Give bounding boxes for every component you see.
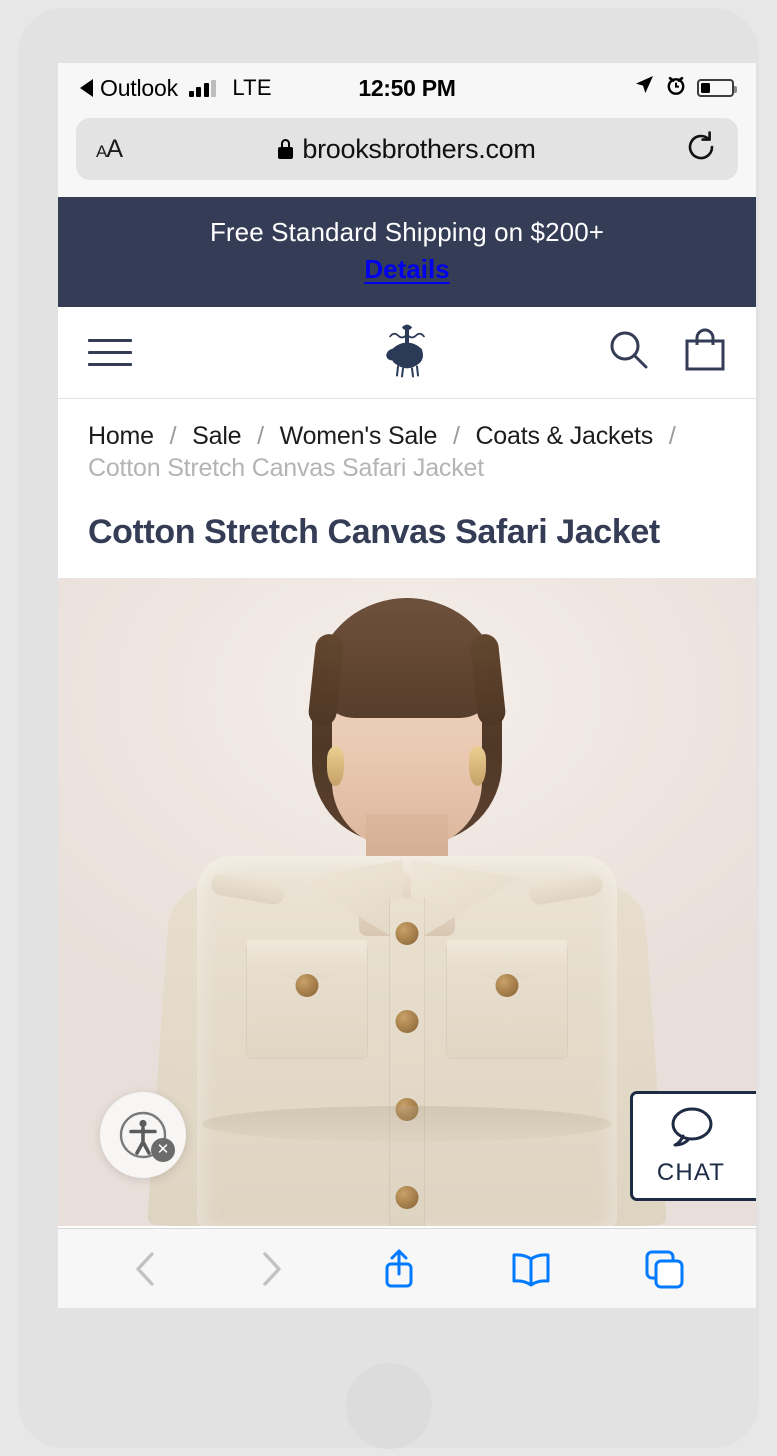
book-icon[interactable] — [510, 1250, 552, 1288]
promo-details-link[interactable]: Details — [364, 254, 449, 285]
close-x-icon[interactable]: ✕ — [151, 1137, 175, 1162]
jacket-button — [395, 1009, 419, 1033]
breadcrumb-separator: / — [257, 422, 264, 450]
phone-device-frame: Outlook LTE 12:50 PM AA brooksbrothers.c… — [18, 8, 759, 1449]
cellular-signal-icon — [188, 79, 217, 97]
accessibility-widget-button[interactable]: ✕ — [100, 1091, 186, 1178]
promo-banner-text: Free Standard Shipping on $200+ — [209, 217, 605, 247]
jacket-pocket-left — [247, 939, 367, 1058]
text-size-button[interactable]: AA — [96, 135, 123, 164]
carrier-label: LTE — [232, 75, 272, 100]
search-icon[interactable] — [607, 328, 651, 377]
breadcrumb-item-home[interactable]: Home — [88, 422, 154, 450]
product-image[interactable]: ✕ CHAT — [58, 577, 756, 1226]
url-display: brooksbrothers.com — [76, 134, 738, 165]
url-text: brooksbrothers.com — [302, 133, 536, 164]
page-content-head: Home / Sale / Women's Sale / Coats & Jac… — [58, 399, 756, 552]
ios-status-bar: Outlook LTE 12:50 PM — [58, 63, 756, 113]
reload-icon[interactable] — [684, 130, 718, 169]
breadcrumb-item-sale[interactable]: Sale — [192, 422, 241, 450]
hamburger-menu-icon[interactable] — [88, 339, 132, 366]
chat-label: CHAT — [656, 1158, 726, 1186]
model-earring-right — [469, 745, 486, 786]
jacket-pocket-right — [447, 939, 567, 1058]
status-back-app-label[interactable]: Outlook — [100, 75, 178, 102]
jacket-button — [395, 1185, 419, 1209]
breadcrumb-item-current: Cotton Stretch Canvas Safari Jacket — [88, 453, 484, 482]
phone-screen: Outlook LTE 12:50 PM AA brooksbrothers.c… — [58, 63, 756, 1308]
safari-url-bar[interactable]: AA brooksbrothers.com — [76, 118, 738, 180]
jacket-button-placket — [390, 897, 424, 1226]
header-actions — [607, 328, 726, 377]
chevron-left-icon[interactable] — [129, 1249, 163, 1289]
jacket-pocket-button-right — [495, 973, 519, 997]
breadcrumb-separator: / — [169, 422, 177, 450]
location-arrow-icon — [633, 74, 655, 102]
tabs-icon[interactable] — [643, 1248, 685, 1290]
status-bar-right — [633, 74, 737, 102]
breadcrumb-item-womens-sale[interactable]: Women's Sale — [280, 422, 438, 450]
chat-bubble-icon — [664, 1105, 718, 1154]
page-title: Cotton Stretch Canvas Safari Jacket — [88, 512, 660, 551]
battery-icon — [697, 79, 737, 97]
safari-bottom-toolbar — [58, 1228, 756, 1308]
safari-url-bar-container: AA brooksbrothers.com — [58, 113, 756, 197]
chevron-right-icon[interactable] — [254, 1249, 288, 1289]
site-header — [58, 307, 756, 399]
brooks-brothers-golden-fleece-logo[interactable] — [376, 319, 438, 386]
share-icon[interactable] — [379, 1246, 419, 1292]
jacket-pocket-button-left — [295, 973, 319, 997]
status-bar-left[interactable]: Outlook LTE — [80, 75, 272, 102]
breadcrumb-item-coats-jackets[interactable]: Coats & Jackets — [475, 422, 653, 450]
jacket-button — [395, 921, 419, 945]
jacket-drawstring-waist — [202, 1105, 612, 1142]
promo-banner: Free Standard Shipping on $200+ Details — [58, 197, 756, 307]
back-triangle-icon[interactable] — [80, 79, 93, 97]
breadcrumb-separator: / — [452, 422, 460, 450]
home-button[interactable] — [345, 1363, 432, 1449]
lock-icon — [278, 139, 294, 159]
chat-widget-button[interactable]: CHAT — [630, 1090, 756, 1201]
breadcrumb-separator: / — [668, 422, 676, 450]
shopping-bag-icon[interactable] — [684, 328, 726, 377]
breadcrumb: Home / Sale / Women's Sale / Coats & Jac… — [88, 421, 726, 485]
model-earring-left — [327, 745, 344, 786]
alarm-clock-icon — [665, 74, 687, 102]
